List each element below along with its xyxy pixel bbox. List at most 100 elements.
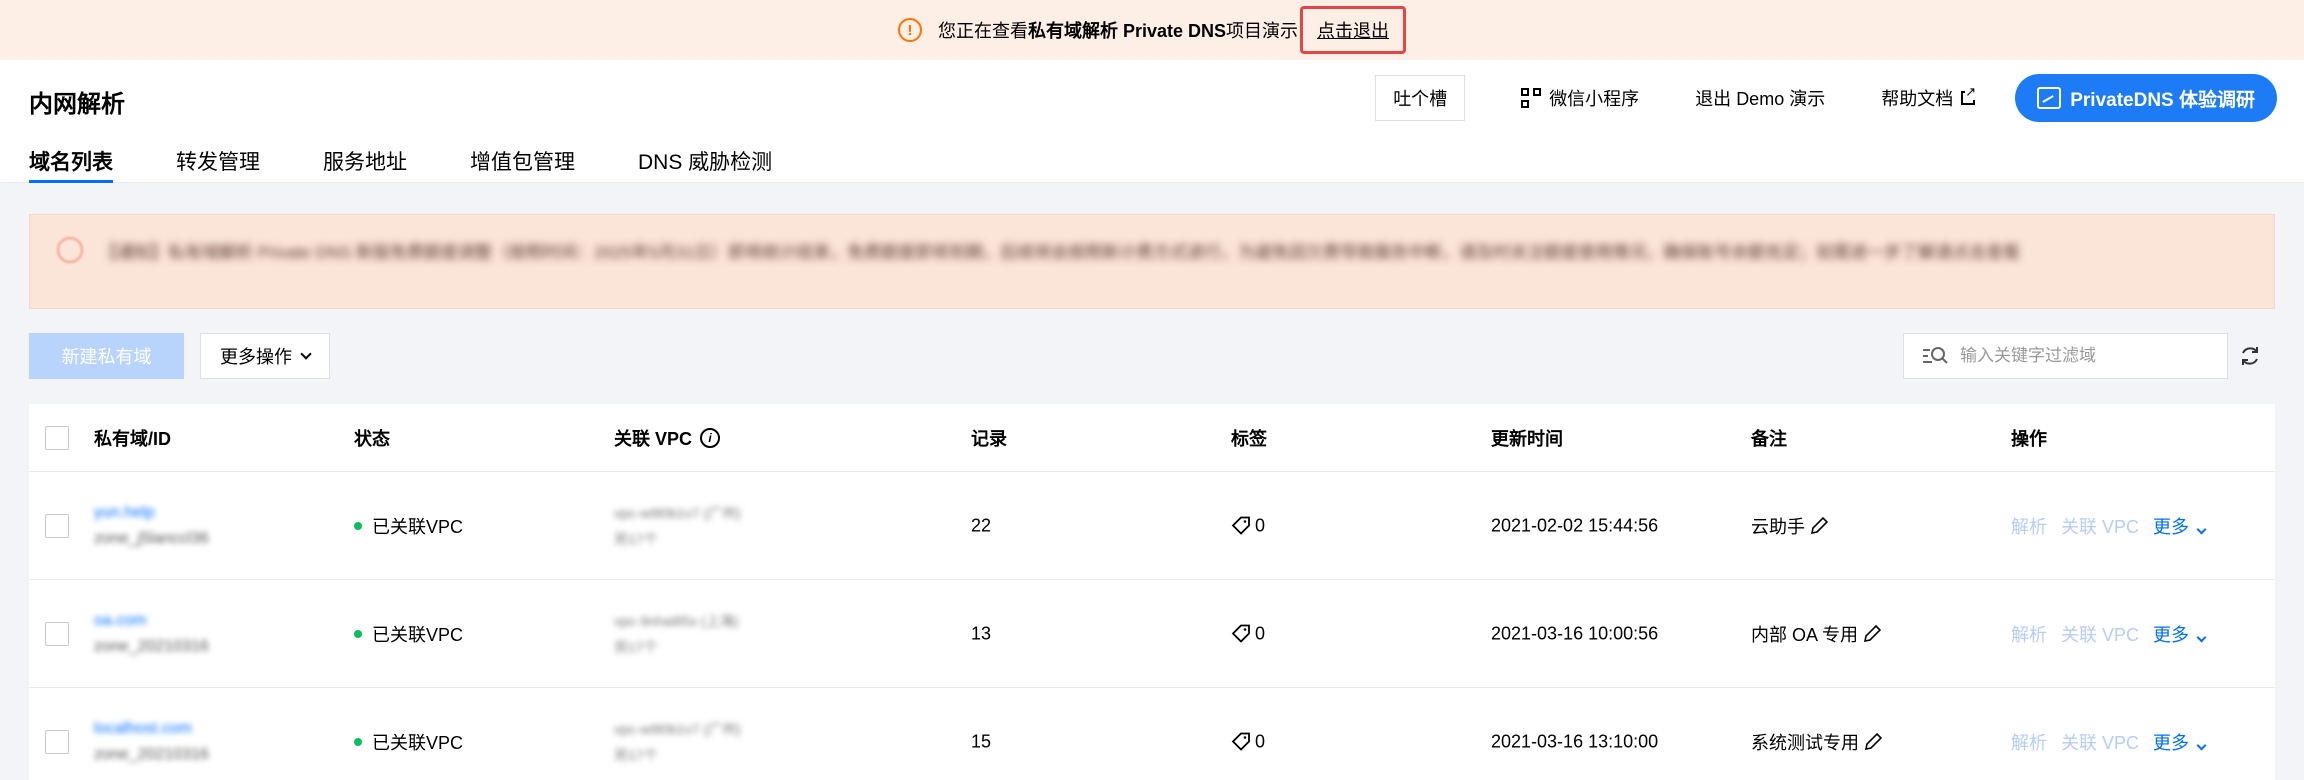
zone-cell: yun.help zone_j5lanccl36 <box>94 500 209 552</box>
col-vpc-label: 关联 VPC <box>614 428 693 449</box>
status-cell: 已关联VPC <box>354 729 463 755</box>
col-updated: 更新时间 <box>1491 428 1563 449</box>
vpc-cell: vpc-w9l0b1v7 (广州) 另17个 <box>614 716 741 768</box>
survey-label: PrivateDNS 体验调研 <box>2070 89 2255 111</box>
row-checkbox[interactable] <box>45 513 69 538</box>
survey-button[interactable]: PrivateDNS 体验调研 <box>2015 74 2277 122</box>
wechat-miniprogram-button[interactable]: 微信小程序 <box>1521 85 1639 111</box>
vpc-name: vpc-9nha8l5x (上海) <box>614 612 739 629</box>
notice-icon <box>57 237 83 263</box>
tab-forward-management[interactable]: 转发管理 <box>176 146 260 183</box>
help-docs-link[interactable]: 帮助文档 <box>1881 84 1977 111</box>
feedback-button[interactable]: 吐个槽 <box>1375 75 1466 121</box>
tab-service-address[interactable]: 服务地址 <box>323 146 407 183</box>
zone-cell: localhost.com zone_20210316 <box>94 716 209 768</box>
edit-pencil-icon[interactable] <box>1863 732 1883 752</box>
chevron-down-icon <box>2196 524 2207 534</box>
status-cell: 已关联VPC <box>354 621 463 647</box>
edit-pencil-icon[interactable] <box>1862 624 1882 644</box>
row-checkbox[interactable] <box>45 729 69 754</box>
tags-count: 0 <box>1255 515 1266 535</box>
vpc-name: vpc-w9l0b1v7 (广州) <box>614 504 741 521</box>
records-count: 22 <box>971 515 992 535</box>
more-actions-dropdown[interactable]: 更多 <box>2153 729 2207 755</box>
zone-domain-link[interactable]: yun.help <box>94 500 155 526</box>
actions-cell: 解析 关联 VPC 更多 <box>2011 729 2207 755</box>
tag-icon <box>1231 516 1250 535</box>
row-checkbox[interactable] <box>45 621 69 646</box>
banner-product: 私有域解析 Private DNS <box>1027 21 1227 41</box>
vpc-cell: vpc-w9l0b1v7 (广州) 另17个 <box>614 500 741 552</box>
more-label: 更多 <box>2153 516 2190 537</box>
more-actions-dropdown[interactable]: 更多 <box>2153 513 2207 539</box>
new-private-zone-button[interactable]: 新建私有域 <box>29 333 184 379</box>
zone-id: zone_20210316 <box>94 745 209 763</box>
col-remark: 备注 <box>1751 428 1787 449</box>
vpc-extra: 另17个 <box>614 746 658 763</box>
col-zone-id: 私有域/ID <box>94 428 172 449</box>
wechat-label: 微信小程序 <box>1549 89 1640 109</box>
tab-bar: 域名列表 转发管理 服务地址 增值包管理 DNS 威胁检测 <box>29 146 835 183</box>
tab-dns-threat-detection[interactable]: DNS 威胁检测 <box>638 146 772 183</box>
table-row: oa.com zone_20210316 已关联VPC vpc-9nha8l5x… <box>29 580 2275 688</box>
chevron-down-icon <box>2196 632 2207 642</box>
resolve-link[interactable]: 解析 <box>2011 729 2047 755</box>
actions-cell: 解析 关联 VPC 更多 <box>2011 513 2207 539</box>
exit-demo-button[interactable]: 退出 Demo 演示 <box>1695 85 1825 111</box>
edit-pencil-icon[interactable] <box>1809 516 1829 536</box>
table-row: yun.help zone_j5lanccl36 已关联VPC vpc-w9l0… <box>29 472 2275 580</box>
survey-icon <box>2037 87 2062 109</box>
more-label: 更多 <box>2153 624 2190 645</box>
table-row: localhost.com zone_20210316 已关联VPC vpc-w… <box>29 688 2275 780</box>
more-ops-label: 更多操作 <box>220 347 292 367</box>
tab-addon-packages[interactable]: 增值包管理 <box>470 146 575 183</box>
col-tags: 标签 <box>1231 428 1267 449</box>
notice-banner: 【通知】私有域解析 Private DNS 新版免费额度调整（按照时间：2025… <box>29 214 2275 309</box>
filter-search-icon <box>1923 347 1948 364</box>
page-header: 内网解析 吐个槽 微信小程序 退出 Demo 演示 帮助文档 PrivateDN… <box>0 60 2304 183</box>
warning-icon: ! <box>897 18 922 42</box>
more-operations-dropdown[interactable]: 更多操作 <box>200 333 330 379</box>
remark-cell: 系统测试专用 <box>1751 729 1883 755</box>
info-icon[interactable]: i <box>700 427 721 448</box>
resolve-link[interactable]: 解析 <box>2011 621 2047 647</box>
tags-count: 0 <box>1255 731 1266 751</box>
page-title: 内网解析 <box>29 91 125 118</box>
tags-cell[interactable]: 0 <box>1231 731 1265 752</box>
more-actions-dropdown[interactable]: 更多 <box>2153 621 2207 647</box>
zone-id: zone_20210316 <box>94 637 209 655</box>
search-input[interactable] <box>1960 346 2220 366</box>
tags-cell[interactable]: 0 <box>1231 515 1265 536</box>
zone-id: zone_j5lanccl36 <box>94 529 209 547</box>
resolve-link[interactable]: 解析 <box>2011 513 2047 539</box>
qrcode-icon <box>1521 88 1542 108</box>
tab-domain-list[interactable]: 域名列表 <box>29 146 113 183</box>
col-actions: 操作 <box>2011 428 2047 449</box>
records-count: 15 <box>971 731 992 751</box>
exit-demo-link-box[interactable]: 点击退出 <box>1300 6 1407 54</box>
status-dot-icon <box>354 737 362 746</box>
exit-demo-link[interactable]: 点击退出 <box>1317 21 1389 41</box>
zone-domain-link[interactable]: localhost.com <box>94 716 192 742</box>
remark-cell: 云助手 <box>1751 513 1829 539</box>
notice-text: 【通知】私有域解析 Private DNS 新版免费额度调整（按照时间：2025… <box>100 243 2021 262</box>
link-vpc-link[interactable]: 关联 VPC <box>2061 729 2139 755</box>
link-vpc-link[interactable]: 关联 VPC <box>2061 513 2139 539</box>
table-header: 私有域/ID 状态 关联 VPC i 记录 标签 更新时间 备注 操作 <box>29 404 2275 472</box>
select-all-checkbox[interactable] <box>45 425 69 450</box>
refresh-icon[interactable] <box>2236 342 2264 370</box>
updated-time: 2021-03-16 10:00:56 <box>1491 623 1659 643</box>
updated-time: 2021-02-02 15:44:56 <box>1491 515 1659 535</box>
tags-cell[interactable]: 0 <box>1231 623 1265 644</box>
search-box[interactable] <box>1903 333 2228 379</box>
zone-cell: oa.com zone_20210316 <box>94 608 209 660</box>
vpc-name: vpc-w9l0b1v7 (广州) <box>614 720 741 737</box>
link-vpc-link[interactable]: 关联 VPC <box>2061 621 2139 647</box>
vpc-extra: 另17个 <box>614 530 658 547</box>
status-dot-icon <box>354 629 362 638</box>
zone-table: 私有域/ID 状态 关联 VPC i 记录 标签 更新时间 备注 操作 yun.… <box>29 404 2275 780</box>
zone-domain-link[interactable]: oa.com <box>94 608 146 634</box>
status-text: 已关联VPC <box>372 732 464 753</box>
status-dot-icon <box>354 521 362 530</box>
remark-text: 内部 OA 专用 <box>1751 624 1859 645</box>
